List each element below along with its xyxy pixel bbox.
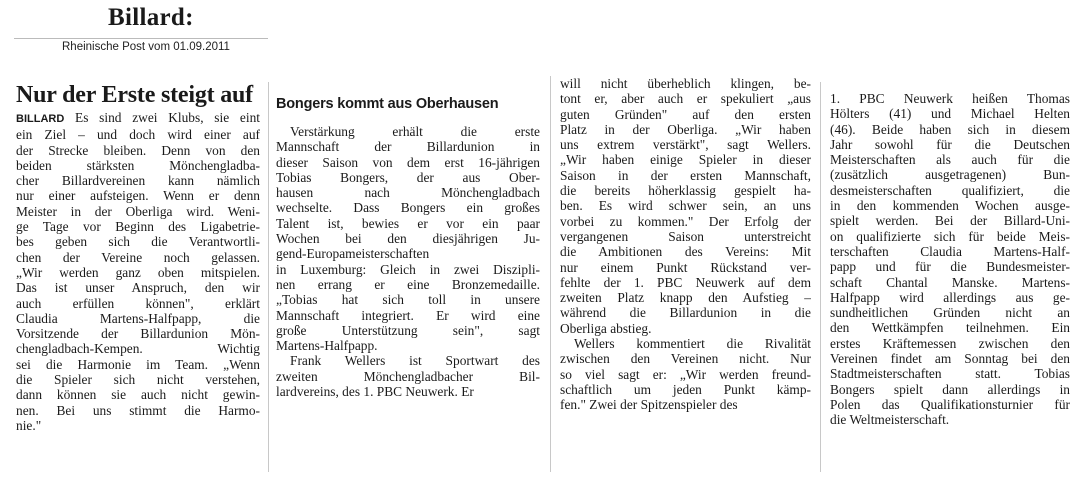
text-line: fehlte der 1. PBC Neuwerk auf dem [560,274,811,290]
text-line: on qualifizierte sich für beide Meis- [830,228,1070,244]
text-line: hausen nach Mönchengladbach [276,185,540,201]
text-line: erstes Kräftemessen zwischen den [830,335,1070,351]
article1-body: BILLARD Es sind zwei Klubs, sie eint ein … [16,110,260,433]
text-line: Meisterschaften als auch für die [830,152,1070,168]
text-line: dann können sie auch nicht gewin- [16,387,260,403]
text-line: Vereinen findet am Sonntag bei den [830,351,1070,367]
text-line: ein Ziel – und doch wird einer auf [16,127,260,143]
text-line: tont er, aber auch er spekuliert „aus [560,91,811,107]
text-line: gend-Europameisterschaften [276,246,430,262]
article1-headline: Nur der Erste steigt auf [16,82,253,108]
text-line: „Wir werden ganz oben mitspielen. [16,264,260,280]
text-line: ben. Es wird schwer sein, an uns [560,198,811,214]
text-line: Jahr sowohl für die Deutschen [830,136,1070,152]
text-line: Hölters (41) und Michael Helten [830,106,1070,122]
text-line: sundheitlichen Gründen nicht an [830,305,1070,321]
text-line: Wochen bei den diesjährigen Ju- [276,231,540,247]
text-line: große Unterstützung sein", sagt [276,322,540,338]
text-line: schaft Chantal Manske. Martens- [830,274,1070,290]
article3-body: will nicht überheblich klingen, be-tont … [560,76,811,413]
article-kicker: BILLARD [16,113,65,125]
text-line: die Weltmeisterschaft. [830,412,950,428]
text-line: in Luxemburg: Gleich in zwei Diszipli- [276,261,540,277]
column-divider [550,76,551,472]
text-line: bes geben sich die Verantwortli- [16,234,260,250]
text-line: Frank Wellers ist Sportwart des [290,353,540,369]
text-line: nur einer aufsteigen. Wenn er denn [16,188,260,204]
text-line: Oberliga abstieg. [560,320,652,336]
text-line: während die Billardunion in die [560,305,811,321]
text-line: Tobias Bongers, der aus Ober- [276,169,540,185]
text-line: cher Billardvereinen kann nämlich [16,173,260,189]
text-line: Martens-Halfpapp. [276,338,378,354]
text-line: Wellers kommentiert die Rivalität [574,336,811,352]
source-line: Rheinische Post vom 01.09.2011 [62,41,230,53]
text-line: Das ist unser Anspruch, den wir [16,280,260,296]
text-line: wechselte. Dass Bongers ein großes [276,200,540,216]
text-line: uns extrem verstärkt", sagt Wellers. [560,137,811,153]
text-run: Es sind zwei Klubs, sie eint [64,110,260,125]
text-line: sei die Harmonie im Team. „Wenn [16,356,260,372]
article2-body: Verstärkung erhält die erste Mannschaft d… [276,124,540,399]
text-line: die Ambitionen des Vereins: Mit [560,244,811,260]
text-line: Mannschaft integriert. Er wird eine [276,307,540,323]
text-line: Saison in der ersten Mannschaft, [560,167,811,183]
text-line: so viel sagt er: „Wir werden freund- [560,366,811,382]
text-line: zweiten Platz knapp den Aufstieg – [560,290,811,306]
text-line: zweiten Mönchengladbacher Bil- [276,368,540,384]
text-line: auch erfüllen können", erklärt [16,295,260,311]
text-line: nie." [16,417,42,433]
text-line: spielt werden. Bei der Billard-Uni- [830,213,1070,229]
text-line: die Spieler sich nicht verstehen, [16,372,260,388]
text-line: „Tobias hat sich toll in unsere [276,292,540,308]
text-line: schaftlich um jeden Punkt kämp- [560,381,811,397]
text-line: Claudia Martens-Halfpapp, die [16,310,260,326]
text-line: Verstärkung erhält die erste [290,124,540,139]
text-line: „Wir haben einige Spieler in dieser [560,152,811,168]
text-line: guten Gründen" auf den ersten [560,106,811,122]
text-line: der Strecke bleiben. Denn von den [16,142,260,158]
text-line: BILLARD Es sind zwei Klubs, sie eint [16,110,260,127]
text-line: (zusätzlich ausgetragenen) Bun- [830,167,1070,183]
article2-headline: Bongers kommt aus Oberhausen [276,96,499,112]
text-line: lardvereins, des 1. PBC Neuwerk. Er [276,384,474,400]
text-line: zwischen den Vereinen nicht. Nur [560,351,811,367]
text-line: desmeisterschaften qualifiziert, die [830,182,1070,198]
text-line: Halfpapp wird allerdings aus ge- [830,289,1070,305]
text-line: in den kommenden Wochen ausge- [830,198,1070,214]
top-rule [14,38,268,39]
text-line: will nicht überheblich klingen, be- [560,76,811,91]
text-line: nen errang er eine Bronzemedaille. [276,276,540,292]
text-line: (46). Beide haben sich in diesem [830,121,1070,137]
text-line: 1. PBC Neuwerk heißen Thomas [830,91,1070,106]
text-line: Mannschaft der Billardunion in [276,139,540,155]
text-line: papp und für die Bundesmeister- [830,259,1070,275]
column-divider [820,82,821,472]
text-line: dieser Saison von dem erst 16-jährigen [276,154,540,170]
text-line: Polen das Qualifikationsturnier für [830,396,1070,412]
text-line: nur einem Punkt Rückstand ver- [560,259,811,275]
text-line: nen. Bei uns stimmt die Harmo- [16,402,260,418]
text-line: vorbei zu kommen." Der Erfolg der [560,213,811,229]
text-line: Meister in der Oberliga wird. Weni- [16,203,260,219]
text-line: chengladbach-Kempen. Wichtig [16,341,260,357]
column-divider [268,82,269,472]
page-title: Billard: [108,4,194,31]
article4-body: 1. PBC Neuwerk heißen Thomas Hölters (41)… [830,91,1070,428]
text-line: die bereits höherklassig gespielt ha- [560,183,811,199]
text-line: Talent ist, bewies er vor ein paar [276,215,540,231]
text-line: den Wettkämpfen teilnehmen. Ein [830,320,1070,336]
text-line: Vorsitzende der Billardunion Mön- [16,326,260,342]
text-line: chen der Vereine noch gelassen. [16,249,260,265]
text-line: Stadtmeisterschaften statt. Tobias [830,366,1070,382]
text-line: terschaften Claudia Martens-Half- [830,243,1070,259]
text-line: Bongers spielt dann allerdings in [830,381,1070,397]
text-line: fen." Zwei der Spitzenspieler des [560,397,738,413]
text-line: Platz in der Oberliga. „Wir haben [560,121,811,137]
text-line: ge Tage vor Beginn des Ligabetrie- [16,219,260,235]
text-line: beiden stärksten Mönchengladba- [16,157,260,173]
text-line: vergangenen Saison unterstreicht [560,228,811,244]
